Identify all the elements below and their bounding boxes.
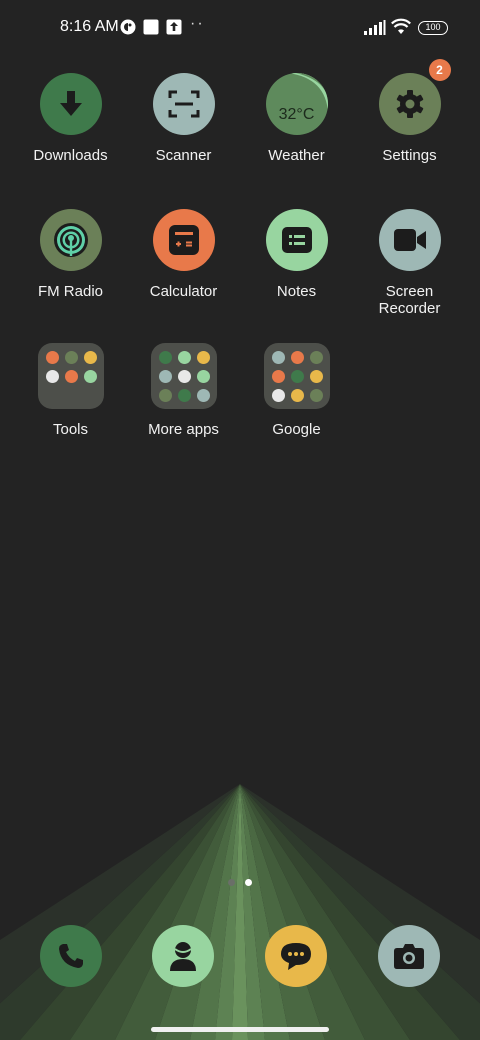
contacts-icon[interactable] (152, 925, 214, 987)
app-label: Weather (268, 147, 325, 164)
folder-icon (150, 343, 217, 409)
app-label: FM Radio (37, 283, 104, 300)
notification-badge: 2 (428, 59, 451, 81)
status-time: 8:16 AM (60, 18, 119, 35)
folder-tools[interactable]: Tools (14, 343, 127, 438)
scanner-icon (152, 73, 215, 135)
folder-google[interactable]: Google (240, 343, 353, 438)
radio-icon (39, 209, 102, 271)
notification-square-icon (143, 19, 159, 35)
calculator-icon (152, 209, 215, 271)
folder-label: More apps (148, 421, 219, 438)
notification-app-icon (120, 19, 136, 35)
camera-icon[interactable] (378, 925, 440, 987)
folder-icon (37, 343, 104, 409)
download-icon (39, 73, 102, 135)
battery-indicator: 100 (418, 21, 448, 35)
app-weather[interactable]: 32°C Weather (240, 73, 353, 164)
app-downloads[interactable]: Downloads (14, 73, 127, 164)
app-label: Calculator (149, 283, 218, 300)
app-screen-recorder[interactable]: Screen Recorder (353, 209, 466, 317)
page-indicator-dot-2[interactable] (245, 879, 252, 886)
folder-icon (263, 343, 330, 409)
folder-label: Tools (52, 421, 89, 438)
more-notifications: ·· (190, 15, 205, 32)
home-gesture-bar[interactable] (151, 1027, 329, 1032)
page-indicator-dot-1[interactable] (228, 879, 235, 886)
messages-icon[interactable] (265, 925, 327, 987)
video-camera-icon (378, 209, 441, 271)
upload-notification-icon (166, 19, 182, 35)
weather-temp: 32°C (278, 106, 315, 123)
wifi-icon (391, 18, 411, 34)
status-bar: 8:16 AM ·· 100 (0, 0, 480, 56)
app-calculator[interactable]: Calculator (127, 209, 240, 300)
notes-icon (265, 209, 328, 271)
folder-label: Google (272, 421, 321, 438)
weather-icon: 32°C (265, 73, 328, 135)
app-scanner[interactable]: Scanner (127, 73, 240, 164)
app-settings[interactable]: 2 Settings (353, 59, 466, 164)
gear-icon: 2 (378, 59, 451, 135)
folder-more-apps[interactable]: More apps (127, 343, 240, 438)
app-notes[interactable]: Notes (240, 209, 353, 300)
app-label: Scanner (155, 147, 212, 164)
phone-icon[interactable] (40, 925, 102, 987)
app-fm-radio[interactable]: FM Radio (14, 209, 127, 300)
signal-icon (364, 20, 386, 35)
app-label: Settings (382, 147, 437, 164)
app-label: Downloads (33, 147, 108, 164)
app-label: Screen Recorder (378, 283, 441, 317)
app-label: Notes (276, 283, 317, 300)
